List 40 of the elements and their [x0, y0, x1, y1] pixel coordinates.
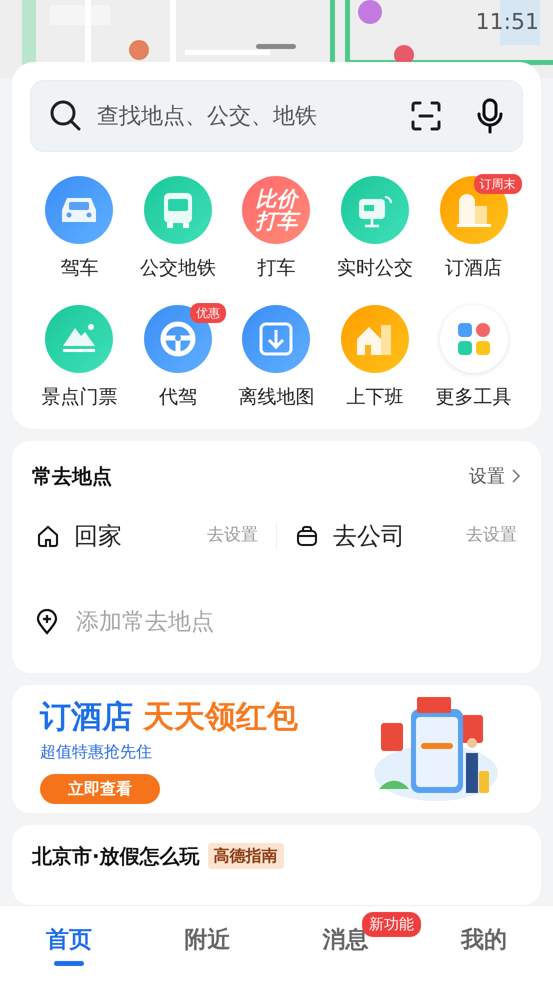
hotel-promo-banner[interactable]: 订酒店 天天领红包 超值特惠抢先住 立即查看	[12, 685, 541, 813]
nav-tab[interactable]: 附近	[138, 906, 276, 983]
banner-subtitle: 超值特惠抢先住	[40, 741, 153, 764]
tool-button[interactable]: 离线地图	[227, 304, 326, 411]
place-name[interactable]: 去公司	[333, 518, 452, 554]
taxi-icon-text: 比价打车	[252, 188, 300, 232]
promo-badge: 优惠	[190, 302, 226, 322]
search-icon	[49, 99, 83, 133]
tool-button[interactable]: 更多工具	[424, 304, 523, 411]
place-name[interactable]: 回家	[74, 518, 193, 554]
steering-wheel-icon	[158, 320, 197, 358]
tool-button[interactable]: 优惠 代驾	[128, 304, 228, 411]
tool-button[interactable]: 比价打车 打车	[227, 176, 326, 282]
scan-icon[interactable]	[410, 100, 442, 132]
home-icon	[36, 524, 60, 548]
chevron-right-icon	[511, 468, 521, 484]
section-title: 常去地点	[32, 463, 112, 490]
promo-badge: 订周末	[474, 174, 522, 194]
search-input[interactable]: 查找地点、公交、地铁	[95, 98, 398, 134]
status-time: 11:51	[476, 9, 539, 37]
tool-button[interactable]: 驾车	[30, 176, 129, 282]
settings-link[interactable]: 设置	[469, 462, 521, 490]
tool-button[interactable]: 公交地铁	[128, 176, 228, 282]
nav-tab[interactable]: 首页	[0, 906, 138, 983]
hotel-icon	[454, 192, 493, 228]
tool-button[interactable]: 景点门票	[30, 304, 129, 411]
drag-handle[interactable]	[256, 44, 296, 49]
download-icon	[258, 320, 294, 356]
search-field[interactable]: 查找地点、公交、地铁	[30, 80, 523, 152]
banner-slogan: 天天领红包	[143, 698, 298, 735]
banner-title: 订酒店	[40, 698, 133, 735]
section-title: 北京市·放假怎么玩	[32, 843, 200, 870]
guide-tag: 高德指南	[208, 843, 284, 869]
tool-button[interactable]: 实时公交	[326, 176, 424, 282]
microphone-icon[interactable]	[476, 98, 504, 134]
tool-button[interactable]: 上下班	[326, 304, 424, 411]
add-location-icon	[36, 609, 58, 635]
tool-button[interactable]: 订周末 订酒店	[424, 176, 523, 282]
briefcase-icon	[295, 524, 319, 548]
app-grid-icon	[456, 322, 491, 356]
